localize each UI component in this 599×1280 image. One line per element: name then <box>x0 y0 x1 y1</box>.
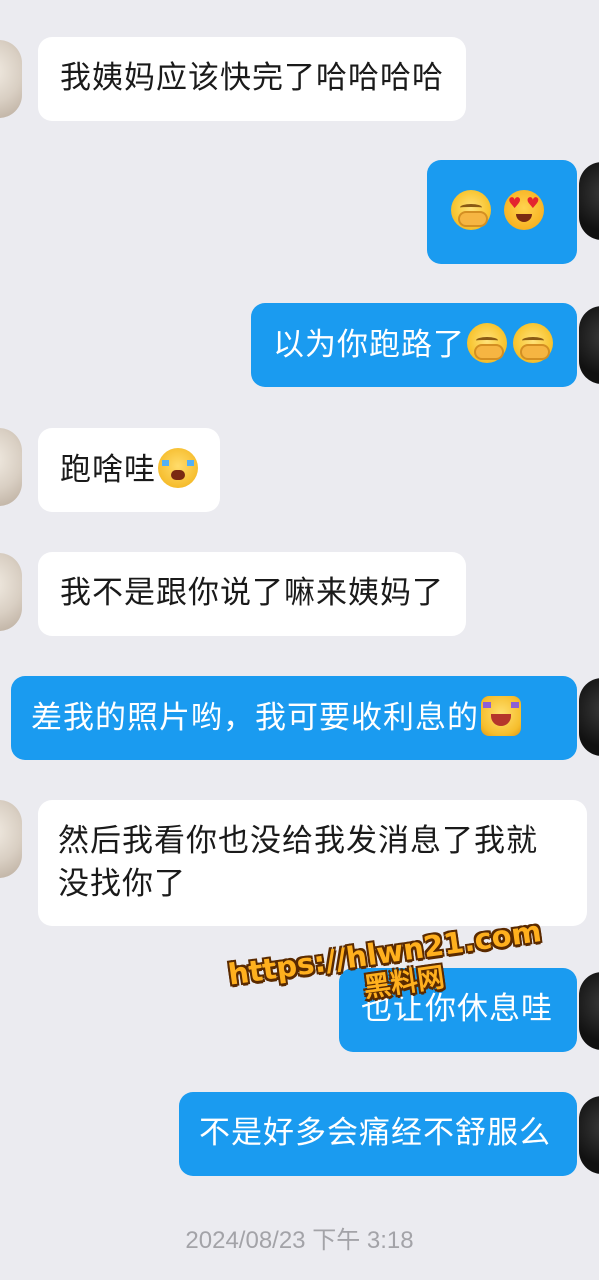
message-bubble-outgoing[interactable]: 差我的照片哟，我可要收利息的 <box>11 676 577 760</box>
message-text-line: 然后我看你也没给我发消息了我就 <box>58 823 538 859</box>
crying-face-icon <box>158 448 198 488</box>
message-bubble-outgoing[interactable] <box>427 160 577 264</box>
contact-avatar[interactable] <box>0 553 22 631</box>
message-bubble-outgoing[interactable]: 不是好多会痛经不舒服么 <box>179 1092 577 1176</box>
contact-avatar[interactable] <box>0 428 22 506</box>
message-text: 也让你休息哇 <box>361 991 553 1027</box>
shy-face-icon <box>467 323 507 363</box>
contact-avatar[interactable] <box>0 40 22 118</box>
message-bubble-outgoing[interactable]: 以为你跑路了 <box>251 303 577 387</box>
message-bubble-incoming[interactable]: 跑啥哇 <box>38 428 220 512</box>
chat-thread: 我姨妈应该快完了哈哈哈哈 以为你跑路了 跑啥哇 我不是跟你说了嘛来姨妈了 差我的… <box>0 0 599 1280</box>
message-text: 差我的照片哟，我可要收利息的 <box>31 700 479 736</box>
message-text: 跑啥哇 <box>60 452 156 488</box>
self-avatar[interactable] <box>579 678 599 756</box>
message-bubble-outgoing[interactable]: 也让你休息哇 <box>339 968 577 1052</box>
message-text-line: 没找你了 <box>58 866 186 902</box>
message-text: 不是好多会痛经不舒服么 <box>199 1115 551 1151</box>
shy-face-icon <box>513 323 553 363</box>
self-avatar[interactable] <box>579 972 599 1050</box>
message-timestamp: 2024/08/23 下午 3:18 <box>185 1227 414 1254</box>
message-bubble-incoming[interactable]: 然后我看你也没给我发消息了我就 没找你了 <box>38 800 587 926</box>
self-avatar[interactable] <box>579 1096 599 1174</box>
contact-avatar[interactable] <box>0 800 22 878</box>
message-text: 我不是跟你说了嘛来姨妈了 <box>60 575 444 611</box>
message-bubble-incoming[interactable]: 我姨妈应该快完了哈哈哈哈 <box>38 37 466 121</box>
heart-eyes-face-icon <box>503 190 544 230</box>
message-text: 以为你跑路了 <box>273 327 465 363</box>
laughing-face-icon <box>481 696 521 736</box>
message-bubble-incoming[interactable]: 我不是跟你说了嘛来姨妈了 <box>38 552 466 636</box>
self-avatar[interactable] <box>579 306 599 384</box>
message-text: 我姨妈应该快完了哈哈哈哈 <box>60 60 444 96</box>
self-avatar[interactable] <box>579 162 599 240</box>
shy-face-icon <box>451 190 491 230</box>
